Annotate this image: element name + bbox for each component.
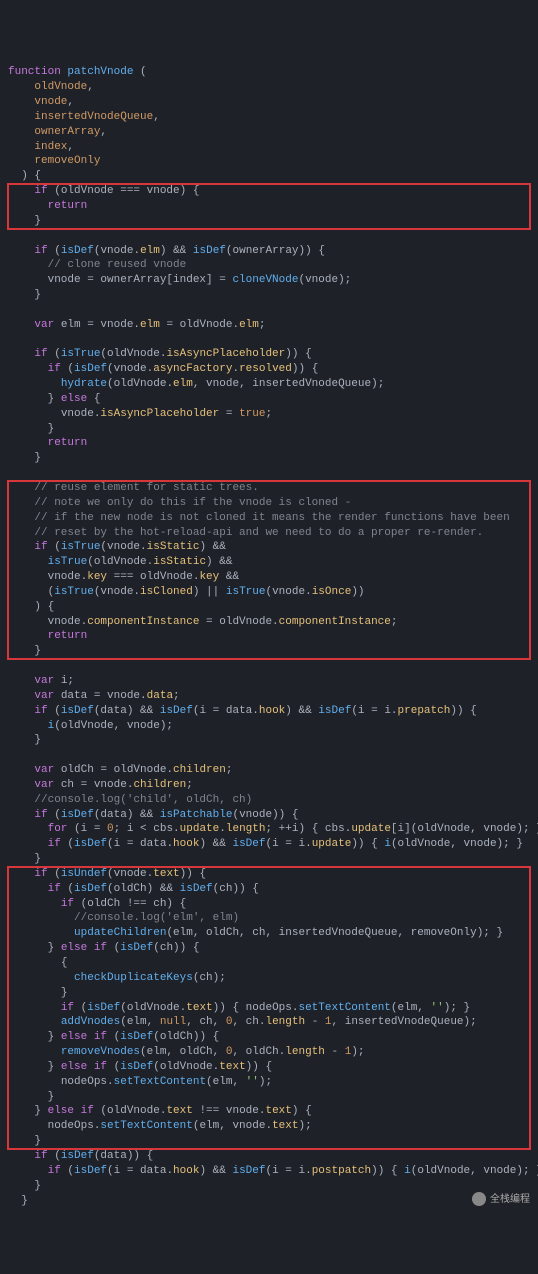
highlight-box-1: if (oldVnode === vnode) { return }	[8, 184, 530, 229]
highlight-box-2: // reuse element for static trees. // no…	[8, 481, 530, 659]
code-block: function patchVnode ( oldVnode, vnode, i…	[0, 59, 538, 1214]
watermark: 全栈编程	[472, 1192, 530, 1206]
highlight-box-3: if (isUndef(vnode.text)) { if (isDef(old…	[8, 867, 530, 1149]
wechat-icon	[472, 1192, 486, 1206]
